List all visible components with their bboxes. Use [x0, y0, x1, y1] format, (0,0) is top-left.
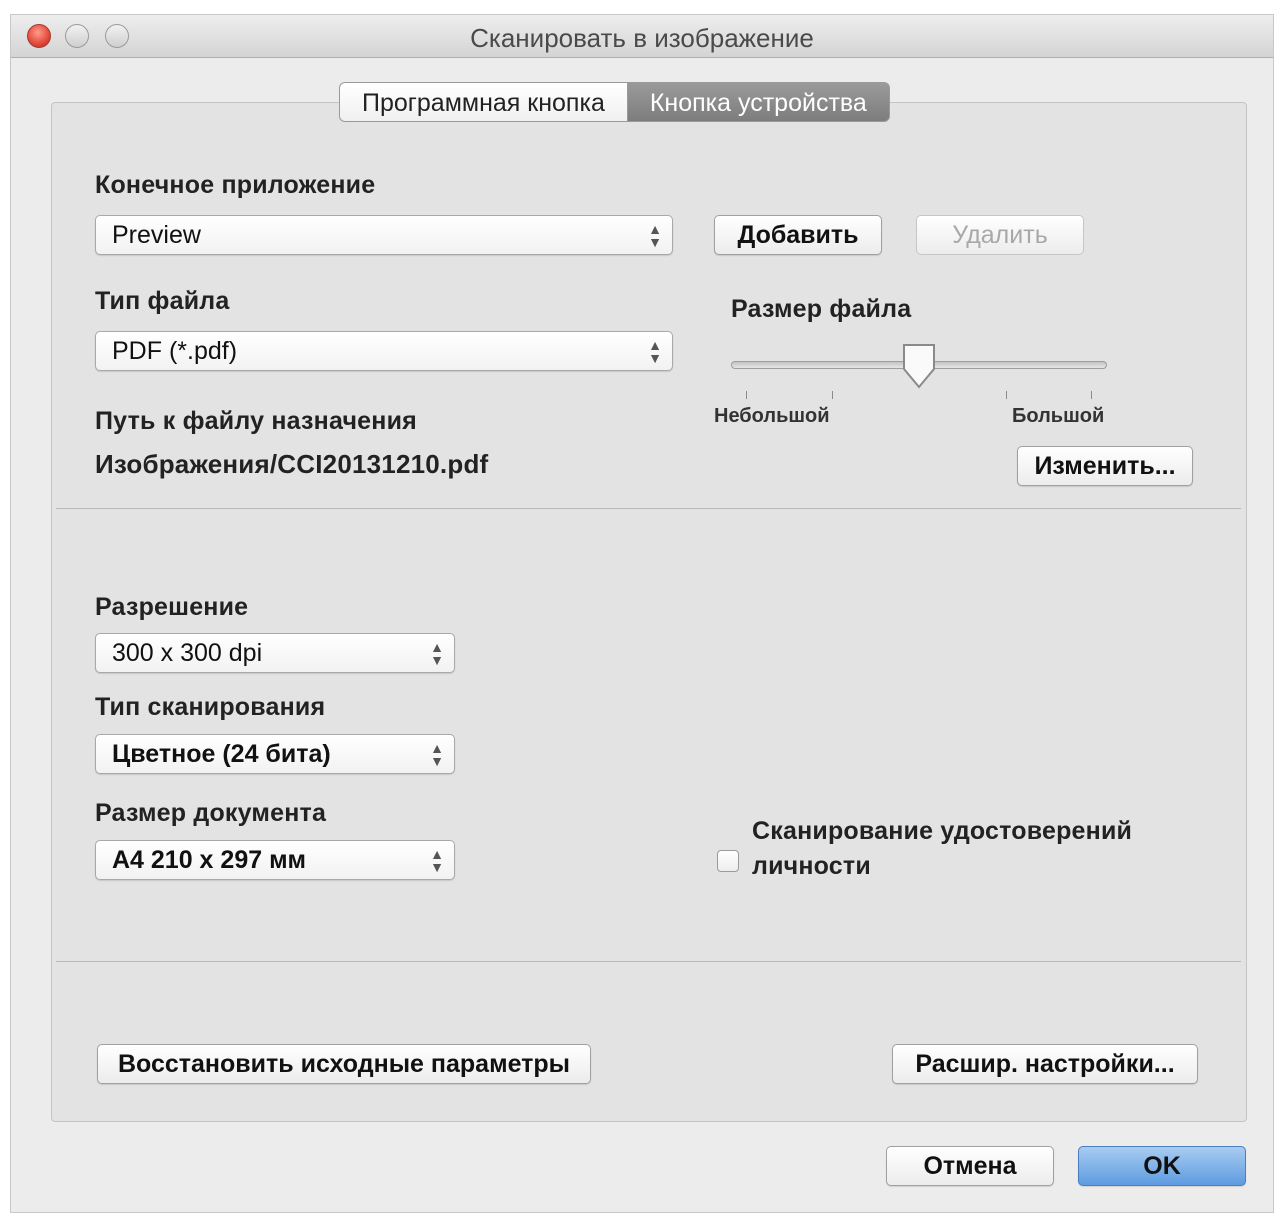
destination-label: Путь к файлу назначения — [95, 407, 417, 435]
document-size-select[interactable]: A4 210 x 297 мм ▲ ▼ — [95, 840, 455, 880]
stepper-arrows-icon: ▲ ▼ — [430, 846, 444, 875]
change-path-button[interactable]: Изменить... — [1017, 446, 1193, 486]
target-app-label: Конечное приложение — [95, 171, 376, 199]
id-scan-checkbox[interactable] — [717, 850, 739, 872]
stepper-arrows-icon: ▲ ▼ — [648, 337, 662, 366]
cancel-button[interactable]: Отмена — [886, 1146, 1054, 1186]
document-size-value: A4 210 x 297 мм — [112, 846, 307, 874]
file-type-label: Тип файла — [95, 287, 230, 315]
tab-device-button[interactable]: Кнопка устройства — [626, 82, 890, 122]
add-app-button[interactable]: Добавить — [714, 215, 882, 255]
id-scan-label-line1[interactable]: Сканирование удостоверений — [752, 817, 1132, 846]
restore-defaults-button[interactable]: Восстановить исходные параметры — [97, 1044, 591, 1084]
slider-tick — [746, 391, 747, 399]
file-size-max-label: Большой — [1012, 405, 1105, 427]
advanced-settings-button[interactable]: Расшир. настройки... — [892, 1044, 1198, 1084]
scan-type-select[interactable]: Цветное (24 бита) ▲ ▼ — [95, 734, 455, 774]
resolution-select[interactable]: 300 x 300 dpi ▲ ▼ — [95, 633, 455, 673]
section-divider — [56, 961, 1241, 962]
delete-app-button[interactable]: Удалить — [916, 215, 1084, 255]
file-type-select[interactable]: PDF (*.pdf) ▲ ▼ — [95, 331, 673, 371]
stepper-arrows-icon: ▲ ▼ — [430, 639, 444, 668]
window-title: Сканировать в изображение — [470, 23, 814, 53]
file-size-min-label: Небольшой — [714, 405, 830, 427]
id-scan-label-line2[interactable]: личности — [752, 852, 871, 881]
section-divider — [56, 508, 1241, 509]
slider-tick — [1091, 391, 1092, 399]
tab-software-button[interactable]: Программная кнопка — [339, 82, 627, 122]
ok-button[interactable]: OK — [1078, 1146, 1246, 1186]
title-bar: Сканировать в изображение — [11, 15, 1273, 58]
file-size-slider-thumb[interactable] — [901, 343, 937, 393]
target-app-select[interactable]: Preview ▲ ▼ — [95, 215, 673, 255]
stepper-arrows-icon: ▲ ▼ — [648, 221, 662, 250]
file-size-label: Размер файла — [731, 295, 912, 323]
tab-bar: Программная кнопка Кнопка устройства — [339, 82, 890, 122]
file-type-value: PDF (*.pdf) — [112, 337, 238, 365]
dialog-window: Сканировать в изображение Программная кн… — [10, 14, 1274, 1213]
scan-type-label: Тип сканирования — [95, 693, 326, 721]
slider-tick — [1006, 391, 1007, 399]
target-app-value: Preview — [112, 221, 201, 249]
slider-tick — [832, 391, 833, 399]
document-size-label: Размер документа — [95, 799, 327, 827]
destination-path: Изображения/CCI20131210.pdf — [95, 449, 489, 479]
scan-type-value: Цветное (24 бита) — [112, 740, 331, 768]
stepper-arrows-icon: ▲ ▼ — [430, 740, 444, 769]
resolution-value: 300 x 300 dpi — [112, 639, 263, 667]
resolution-label: Разрешение — [95, 593, 249, 621]
